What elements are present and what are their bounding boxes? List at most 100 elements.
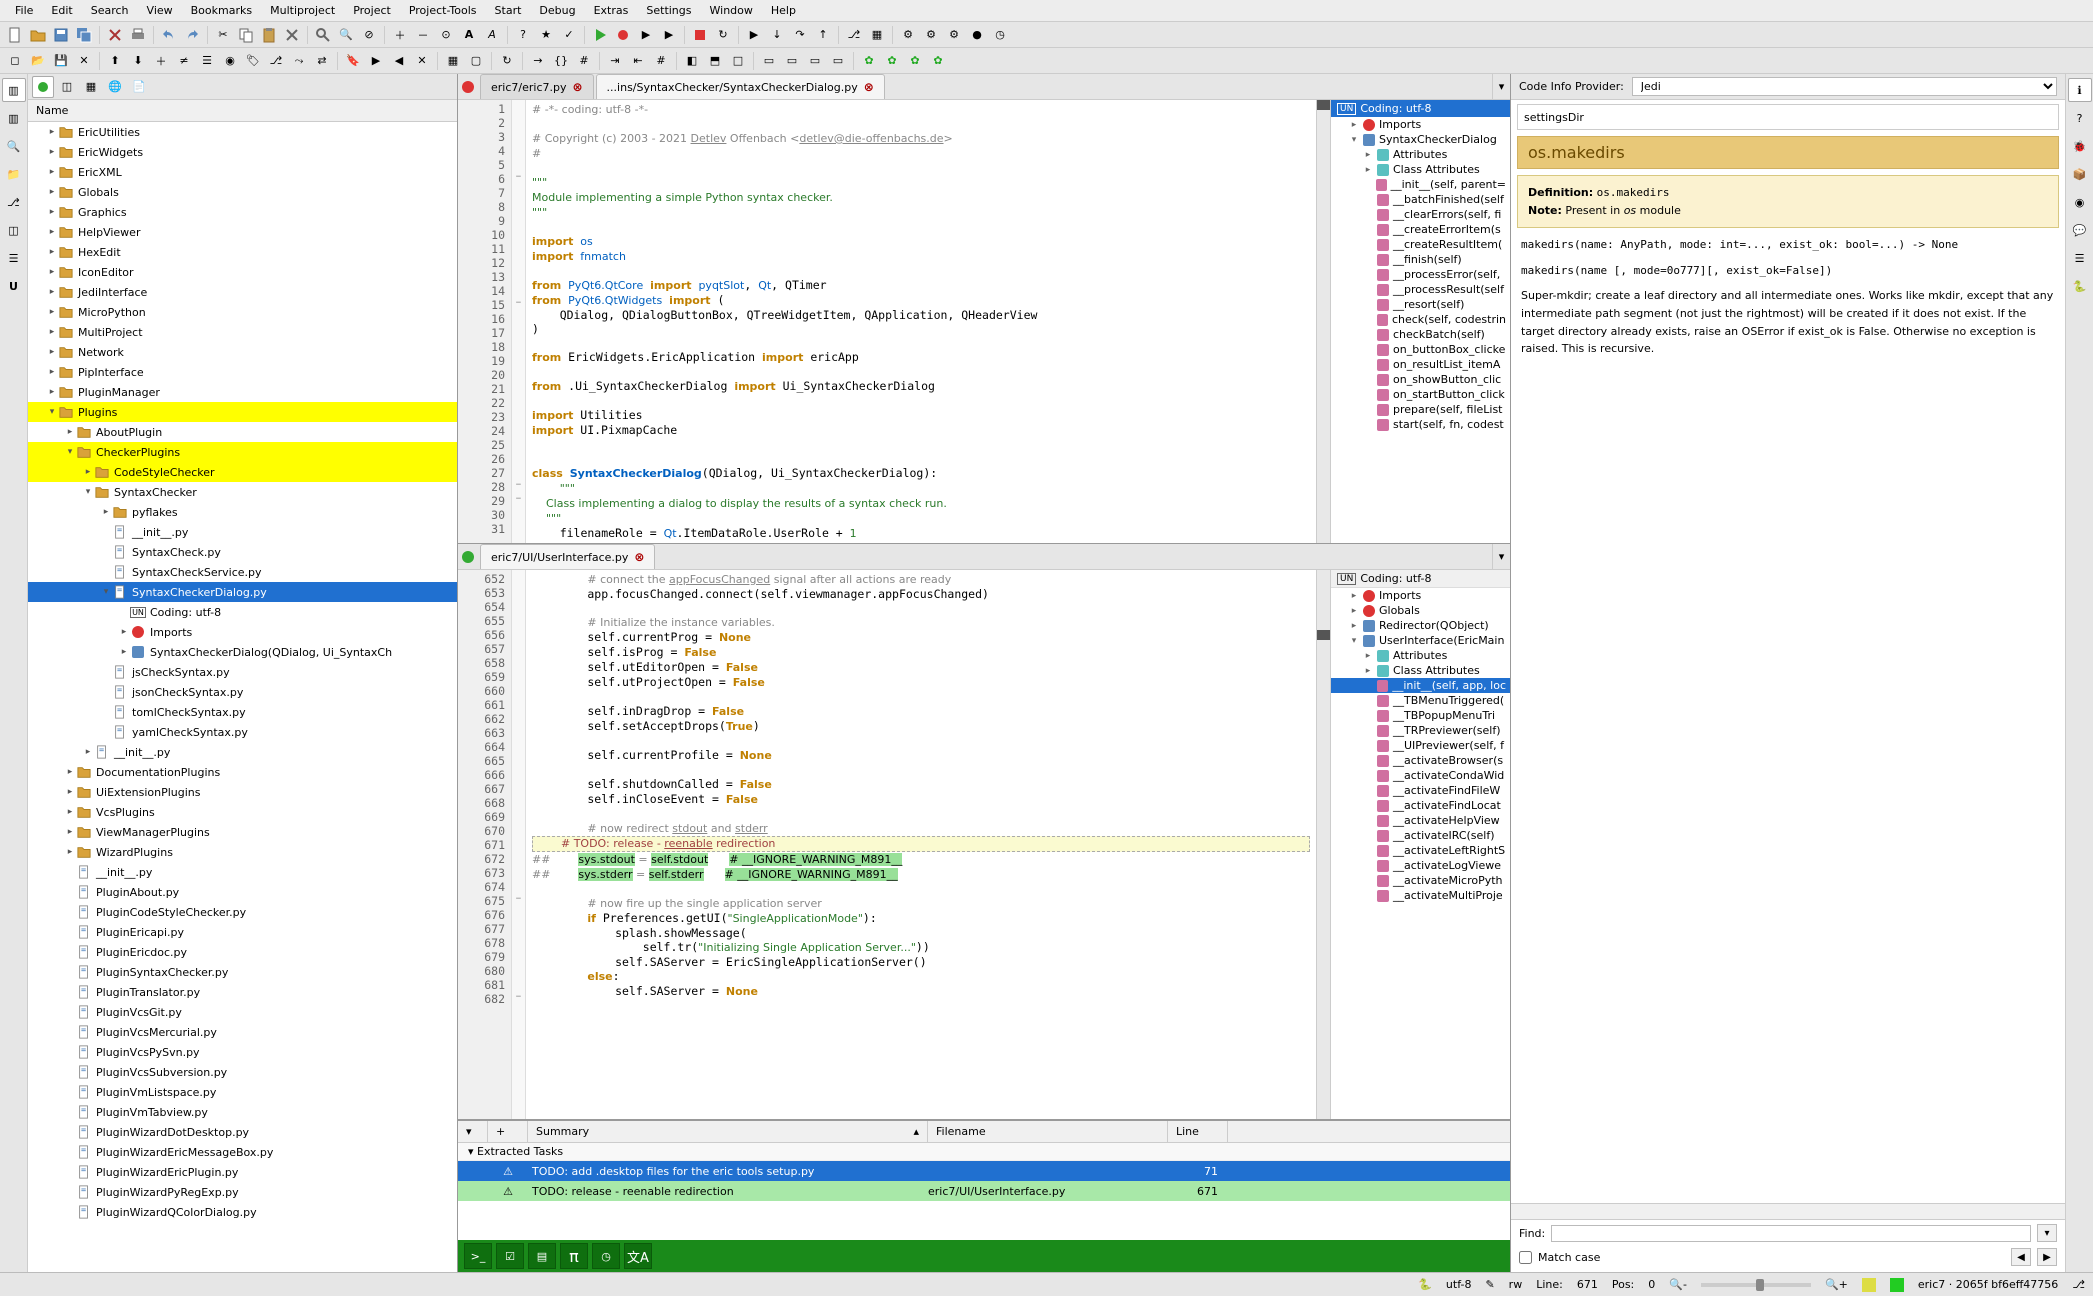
outline-item[interactable]: __createResultItem( [1331,237,1510,252]
tree-item[interactable]: PluginWizardEricMessageBox.py [28,1142,457,1162]
outline-item[interactable]: __activateCondaWid [1331,768,1510,783]
tree-item[interactable]: PluginVmListspace.py [28,1082,457,1102]
zoom-out-icon[interactable]: － [412,24,434,46]
vcs-commit-icon[interactable]: ⬆ [104,50,126,72]
close-tab-icon[interactable]: ⊗ [634,550,644,564]
grid-icon[interactable]: ▦ [866,24,888,46]
unsplit-icon[interactable]: □ [727,50,749,72]
menu-search[interactable]: Search [82,1,138,20]
tree-item[interactable]: ▸SyntaxCheckerDialog(QDialog, Ui_SyntaxC… [28,642,457,662]
tree-item[interactable]: ▾SyntaxCheckerDialog.py [28,582,457,602]
task-viewer-icon[interactable]: ☑ [496,1243,524,1269]
tree-item[interactable]: ▸CodeStyleChecker [28,462,457,482]
vcs-update-icon[interactable]: ⬇ [127,50,149,72]
tree-item[interactable]: ▸VcsPlugins [28,802,457,822]
tree-item[interactable]: __init__.py [28,522,457,542]
outline-item[interactable]: ▸Class Attributes [1331,663,1510,678]
status-ok-icon[interactable] [1890,1278,1904,1292]
outline-item[interactable]: __processError(self, [1331,267,1510,282]
micropython-icon[interactable]: 🐍 [2068,274,2092,298]
search-icon[interactable] [312,24,334,46]
irc-icon[interactable]: ☰ [2068,246,2092,270]
split-v-icon[interactable]: ⬒ [704,50,726,72]
task-row[interactable]: ⚠TODO: release - reenable redirectioneri… [458,1181,1510,1201]
menu-debug[interactable]: Debug [530,1,584,20]
outline-item[interactable]: __init__(self, app, loc [1331,678,1510,693]
fold-gutter[interactable]: − − − − [512,100,526,543]
outline-item[interactable]: __resort(self) [1331,297,1510,312]
tasks-col-filename[interactable]: Filename [928,1121,1168,1142]
outline-item[interactable]: __createErrorItem(s [1331,222,1510,237]
tasks-col-summary[interactable]: Summary▴ [528,1121,928,1142]
save-project-icon[interactable]: 💾 [50,50,72,72]
editor1-outline[interactable]: UN Coding: utf-8 ▸Imports▾SyntaxCheckerD… [1330,100,1510,543]
outline-item[interactable]: on_buttonBox_clicke [1331,342,1510,357]
tree-item[interactable]: ▾CheckerPlugins [28,442,457,462]
rect1-icon[interactable]: ▭ [758,50,780,72]
outline-item[interactable]: __activateMicroPyth [1331,873,1510,888]
split-h-icon[interactable]: ◧ [681,50,703,72]
tree-item[interactable]: PluginAbout.py [28,882,457,902]
tree-item[interactable]: UNCoding: utf-8 [28,602,457,622]
open-file-icon[interactable] [27,24,49,46]
tree-item[interactable]: ▾SyntaxChecker [28,482,457,502]
tree-item[interactable]: SyntaxCheckService.py [28,562,457,582]
reload-icon[interactable]: ↻ [496,50,518,72]
vcs-switch-icon[interactable]: ⇄ [311,50,333,72]
vcs-tag-icon[interactable]: 🏷 [242,50,264,72]
help-viewer-icon[interactable]: ? [2068,106,2092,130]
tree-item[interactable]: jsonCheckSyntax.py [28,682,457,702]
tree-item[interactable]: PluginSyntaxChecker.py [28,962,457,982]
vcs-diff-icon[interactable]: ≠ [173,50,195,72]
debug-viewer-icon[interactable]: 🐞 [2068,134,2092,158]
vcs-log-icon[interactable]: ☰ [196,50,218,72]
rect4-icon[interactable]: ▭ [827,50,849,72]
clock-icon[interactable]: ◷ [989,24,1011,46]
paste-icon[interactable] [258,24,280,46]
tree-item[interactable]: ▸JediInterface [28,282,457,302]
save-icon[interactable] [50,24,72,46]
tool1-icon[interactable]: ⚙ [897,24,919,46]
tree-item[interactable]: ▸Globals [28,182,457,202]
shell-icon[interactable]: >_ [464,1243,492,1269]
editor2-code[interactable]: 652 653 654 655 656 657 658 659 660 661 … [458,570,1330,1119]
tree-item[interactable]: PluginEricapi.py [28,922,457,942]
codeinfo-search[interactable]: settingsDir [1517,104,2059,130]
outline-item[interactable]: __activateIRC(self) [1331,828,1510,843]
star-icon[interactable]: ★ [535,24,557,46]
find-prev-icon[interactable]: ◀ [2011,1248,2031,1266]
fold-gutter[interactable]: − − [512,570,526,1119]
tree-item[interactable]: ▸Imports [28,622,457,642]
tab-eric7[interactable]: eric7/eric7.py ⊗ [480,74,594,99]
redo-icon[interactable] [181,24,203,46]
vcs-status-list-icon[interactable]: ⎇ [2,190,26,214]
tree-item[interactable]: PluginWizardEricPlugin.py [28,1162,457,1182]
tree-item[interactable]: PluginWizardDotDesktop.py [28,1122,457,1142]
tree-item[interactable]: PluginVcsGit.py [28,1002,457,1022]
tasks-col-line[interactable]: Line [1168,1121,1228,1142]
font-italic-icon[interactable]: A [481,24,503,46]
tree-item[interactable]: ▸EricXML [28,162,457,182]
outline-item[interactable]: __activateFindFileW [1331,783,1510,798]
outline-item[interactable]: __activateHelpView [1331,813,1510,828]
bookmark-icon[interactable]: 🔖 [342,50,364,72]
tree-item[interactable]: tomlCheckSyntax.py [28,702,457,722]
tree-item[interactable]: ▸DocumentationPlugins [28,762,457,782]
deselect-icon[interactable]: ▢ [465,50,487,72]
rect2-icon[interactable]: ▭ [781,50,803,72]
status-warning-icon[interactable] [1862,1278,1876,1292]
tree-item[interactable]: yamlCheckSyntax.py [28,722,457,742]
find-file-icon[interactable]: 🔍 [2,134,26,158]
tree-item[interactable]: ▸PipInterface [28,362,457,382]
find-next-icon[interactable]: ▶ [2037,1248,2057,1266]
outline-item[interactable]: __processResult(self [1331,282,1510,297]
tree-item[interactable]: PluginWizardQColorDialog.py [28,1202,457,1222]
tree-item[interactable]: ▸UiExtensionPlugins [28,782,457,802]
log-viewer-icon[interactable]: ▤ [528,1243,556,1269]
tree-item[interactable]: PluginVcsSubversion.py [28,1062,457,1082]
tab-list-dropdown[interactable]: ▾ [1492,74,1510,99]
project-viewer-icon[interactable]: ▥ [2,78,26,102]
vcs-icon[interactable]: ⎇ [843,24,865,46]
clock2-icon[interactable]: ◷ [592,1243,620,1269]
cut-icon[interactable]: ✂ [212,24,234,46]
